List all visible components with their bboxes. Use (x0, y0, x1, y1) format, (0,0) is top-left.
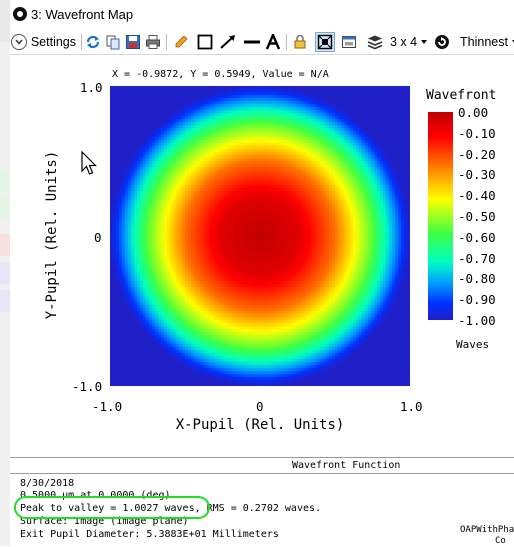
x-tick-label: 0 (256, 399, 264, 414)
colorbar-label: -0.90 (458, 292, 496, 308)
copy-icon[interactable] (104, 32, 122, 52)
title-bar[interactable]: 3: Wavefront Map (10, 0, 514, 31)
settings-button[interactable]: Settings (11, 32, 76, 52)
window-app-icon (13, 7, 27, 21)
wavefront-map[interactable] (110, 86, 410, 386)
colorbar-units: Waves (456, 338, 490, 351)
panel-exit-pupil: Exit Pupil Diameter: 5.3883E+01 Millimet… (20, 529, 279, 540)
panel-config: Co (495, 536, 506, 546)
text-icon[interactable] (265, 32, 281, 52)
panel-title-bar: Wavefront Function (10, 460, 514, 474)
strip-segment (0, 262, 10, 284)
cursor-coordinate-readout: X = -0.9872, Y = 0.5949, Value = N/A (112, 69, 329, 80)
x-axis-label: X-Pupil (Rel. Units) (175, 417, 345, 433)
refresh-icon[interactable] (84, 32, 102, 52)
strip-segment (0, 170, 10, 192)
settings-label: Settings (30, 35, 76, 49)
y-axis-label: Y-Pupil (Rel. Units) (44, 150, 60, 320)
toolbar-separator (286, 34, 287, 50)
colorbar-label: -0.40 (458, 188, 496, 204)
colorbar-label: 0.00 (458, 105, 489, 120)
colorbar (428, 112, 453, 320)
layout-label: 3 x 4 (390, 35, 418, 49)
lock-icon[interactable] (291, 32, 309, 52)
rectangle-icon[interactable] (196, 32, 214, 52)
panel-date: 8/30/2018 (20, 478, 75, 489)
arrow-icon[interactable] (218, 32, 238, 52)
window-title: 3: Wavefront Map (31, 7, 134, 22)
colorbar-label: -0.30 (458, 167, 496, 183)
pencil-icon[interactable] (172, 32, 190, 52)
x-tick-label: -1.0 (92, 399, 123, 414)
toolbar: Settings 3 x 4 Thinnest (10, 30, 514, 55)
y-tick-label: 1.0 (80, 80, 103, 95)
panel-title: Wavefront Function (292, 460, 401, 471)
mouse-cursor-icon (81, 151, 97, 175)
y-tick-label: 0 (94, 230, 102, 245)
strip-segment (0, 234, 10, 256)
layout-dropdown[interactable]: 3 x 4 (390, 32, 430, 52)
colorbar-label: -0.60 (458, 229, 496, 245)
zoom-fit-icon[interactable] (315, 32, 335, 52)
panel-filename: OAPWithPha (460, 525, 514, 535)
wavefront-map-window: 3: Wavefront Map Settings 3 x 4 Thinnest… (10, 0, 514, 547)
strip-segment (0, 290, 10, 312)
colorbar-label: -0.80 (458, 271, 496, 287)
auto-update-icon[interactable] (433, 32, 451, 52)
save-icon[interactable] (124, 32, 142, 52)
print-icon[interactable] (144, 32, 162, 52)
toolbar-separator (166, 34, 167, 50)
dropdown-arrow-icon (421, 40, 428, 44)
peak-to-valley-highlight (14, 496, 210, 519)
colorbar-label: -0.10 (458, 125, 496, 141)
x-tick-label: 1.0 (400, 399, 423, 414)
window-options-icon[interactable] (340, 32, 358, 52)
legend-title: Wavefront (426, 88, 497, 103)
strip-segment (0, 196, 10, 218)
y-tick-label: -1.0 (72, 379, 103, 394)
line-icon[interactable] (242, 32, 262, 52)
colorbar-label: -1.00 (458, 313, 496, 328)
colorbar-label: -0.50 (458, 209, 496, 224)
line-thickness-dropdown[interactable]: Thinnest (460, 32, 514, 52)
layers-icon[interactable] (366, 32, 384, 52)
strip-segment (0, 0, 10, 42)
colorbar-label: -0.70 (458, 250, 496, 266)
wavefront-heatmap (110, 86, 410, 386)
chevron-down-icon (11, 34, 27, 50)
plot-area[interactable]: X = -0.9872, Y = 0.5949, Value = N/A 1.0… (10, 55, 514, 457)
colorbar-label: -0.20 (458, 146, 496, 162)
toolbar-separator (81, 34, 82, 50)
line-thickness-label: Thinnest (460, 35, 508, 49)
